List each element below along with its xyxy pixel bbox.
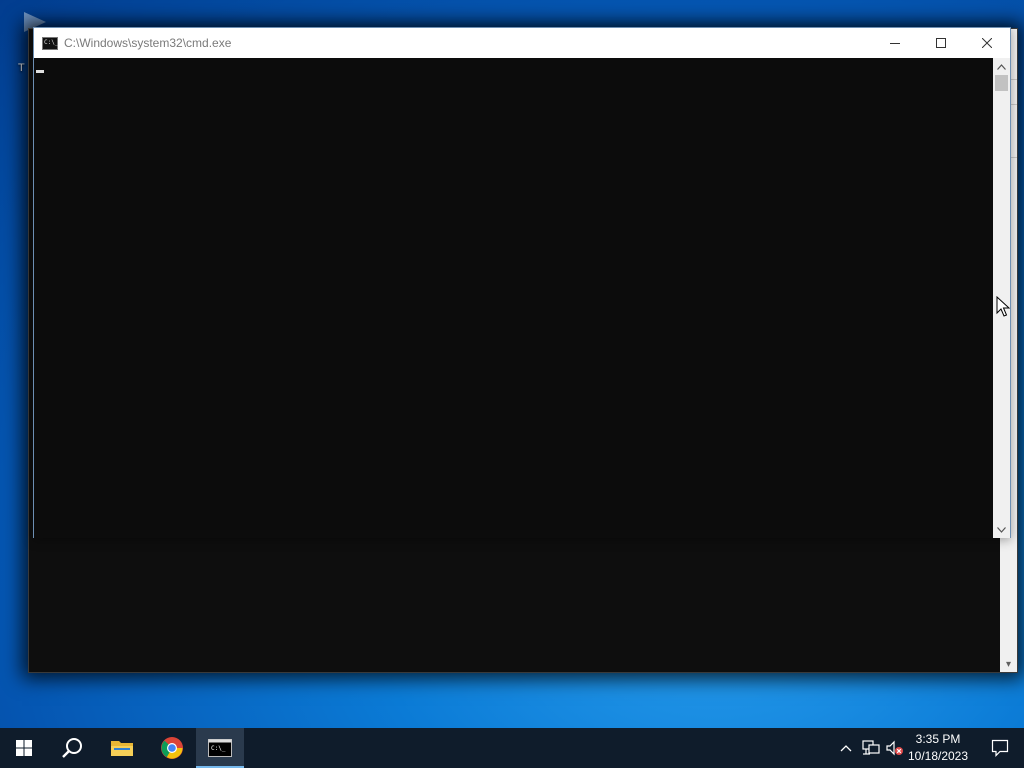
minimize-button[interactable]: [872, 28, 918, 58]
cmd-app-icon[interactable]: [42, 36, 58, 50]
search-button[interactable]: [48, 728, 96, 768]
clock-time: 3:35 PM: [915, 732, 961, 746]
maximize-button[interactable]: [918, 28, 964, 58]
minimize-icon: [890, 43, 900, 44]
chevron-down-icon: [997, 526, 1006, 533]
close-icon: [982, 38, 992, 48]
clock[interactable]: 3:35 PM 10/18/2023: [906, 731, 970, 765]
close-button[interactable]: [964, 28, 1010, 58]
notification-icon: [991, 739, 1009, 757]
windows-logo-icon: [16, 740, 32, 756]
mouse-pointer-icon: [996, 296, 1010, 317]
volume-button[interactable]: [884, 728, 906, 768]
title-bar[interactable]: C:\Windows\system32\cmd.exe: [34, 28, 1010, 58]
file-explorer-button[interactable]: [98, 728, 146, 768]
scroll-up-button[interactable]: [993, 58, 1010, 75]
chevron-down-icon[interactable]: ▾: [1003, 659, 1014, 670]
search-icon: [62, 738, 82, 758]
maximize-icon: [936, 38, 946, 48]
network-icon: [862, 740, 880, 755]
cmd-window[interactable]: C:\Windows\system32\cmd.exe: [33, 27, 1011, 538]
svg-text:C:\_: C:\_: [211, 745, 226, 752]
text-cursor: [36, 70, 44, 73]
folder-icon: [111, 741, 133, 756]
chrome-icon: [161, 737, 183, 759]
clock-date: 10/18/2023: [907, 749, 969, 763]
network-button[interactable]: [860, 728, 882, 768]
action-center-button[interactable]: [976, 728, 1024, 768]
window-title: C:\Windows\system32\cmd.exe: [64, 36, 232, 50]
scroll-down-button[interactable]: [993, 521, 1010, 538]
taskbar: C:\_ 3:35 PM 10/18/2023: [0, 728, 1024, 768]
start-button[interactable]: [0, 728, 48, 768]
volume-muted-icon: [886, 740, 903, 756]
console-output[interactable]: [34, 58, 995, 538]
cmd-taskbar-button[interactable]: C:\_: [196, 728, 244, 768]
cmd-icon: C:\_: [208, 739, 232, 757]
chevron-up-icon: [840, 745, 852, 752]
show-hidden-icons-button[interactable]: [836, 728, 856, 768]
desktop-icon-label: T: [18, 62, 25, 74]
scrollbar-thumb[interactable]: [995, 75, 1008, 91]
chevron-up-icon: [997, 63, 1006, 70]
chrome-button[interactable]: [148, 728, 196, 768]
